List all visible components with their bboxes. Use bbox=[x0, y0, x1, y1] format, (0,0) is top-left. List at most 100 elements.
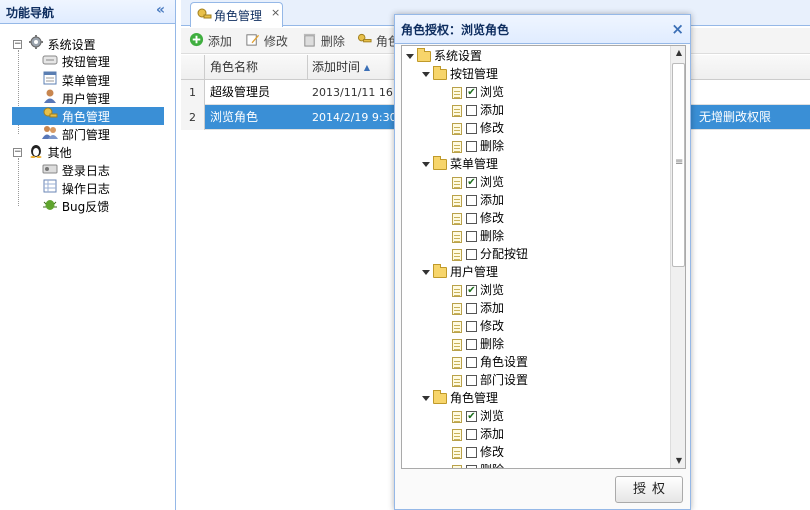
checkbox-unchecked[interactable] bbox=[466, 465, 477, 468]
checkbox-unchecked[interactable] bbox=[466, 447, 477, 458]
tree-node-leaf[interactable]: 添加 bbox=[452, 425, 504, 443]
close-icon[interactable]: × bbox=[271, 6, 280, 19]
checkbox-checked[interactable]: ✔ bbox=[466, 285, 477, 296]
expand-arrow-icon[interactable] bbox=[422, 396, 430, 401]
column-header-role-name[interactable]: 角色名称 bbox=[205, 55, 308, 80]
checkbox-unchecked[interactable] bbox=[466, 321, 477, 332]
nav-item-system-settings[interactable]: − 系统设置 bbox=[13, 34, 96, 52]
vertical-scrollbar[interactable]: ▲ ≡ ▼ bbox=[670, 46, 685, 468]
checkbox-checked[interactable]: ✔ bbox=[466, 411, 477, 422]
collapse-toggle[interactable]: − bbox=[13, 148, 22, 157]
checkbox-unchecked[interactable] bbox=[466, 357, 477, 368]
scroll-down-arrow-icon[interactable]: ▼ bbox=[671, 454, 685, 468]
edit-label: 修改 bbox=[263, 34, 288, 49]
checkbox-unchecked[interactable] bbox=[466, 213, 477, 224]
tree-node-leaf[interactable]: 删除 bbox=[452, 461, 504, 468]
tree-node-leaf[interactable]: 删除 bbox=[452, 335, 504, 353]
cell-role-name: 超级管理员 bbox=[210, 85, 271, 99]
document-icon bbox=[452, 338, 462, 351]
add-button[interactable]: 添加 bbox=[189, 32, 232, 50]
tree-node-label: 角色设置 bbox=[480, 355, 529, 369]
tree-node-group[interactable]: 菜单管理 bbox=[422, 155, 498, 173]
tree-node-leaf[interactable]: 修改 bbox=[452, 317, 504, 335]
tree-node-leaf[interactable]: 删除 bbox=[452, 137, 504, 155]
expand-arrow-icon[interactable] bbox=[422, 72, 430, 77]
folder-icon bbox=[433, 156, 447, 170]
bug-icon bbox=[42, 196, 58, 217]
tree-node-label: 修改 bbox=[480, 211, 505, 225]
nav-item-role-management[interactable]: 角色管理 bbox=[42, 106, 110, 124]
checkbox-checked[interactable]: ✔ bbox=[466, 87, 477, 98]
tree-node-root[interactable]: 系统设置 bbox=[406, 47, 482, 65]
nav-item-department-management[interactable]: 部门管理 bbox=[42, 124, 110, 142]
tree-node-leaf[interactable]: 添加 bbox=[452, 101, 504, 119]
document-icon bbox=[452, 176, 462, 189]
checkbox-unchecked[interactable] bbox=[466, 375, 477, 386]
tree-node-leaf[interactable]: ✔ 浏览 bbox=[452, 281, 504, 299]
checkbox-checked[interactable]: ✔ bbox=[466, 177, 477, 188]
tree-node-leaf[interactable]: ✔ 浏览 bbox=[452, 407, 504, 425]
tree-node-leaf[interactable]: 添加 bbox=[452, 191, 504, 209]
nav-item-bug-feedback[interactable]: Bug反馈 bbox=[42, 196, 109, 214]
dialog-title: 角色授权：浏览角色 bbox=[401, 23, 510, 37]
tree-node-leaf[interactable]: 分配按钮 bbox=[452, 245, 528, 263]
delete-button[interactable]: 删除 bbox=[302, 32, 345, 50]
tree-node-label: 浏览 bbox=[480, 409, 505, 423]
expand-arrow-icon[interactable] bbox=[406, 54, 414, 59]
authorize-button[interactable]: 授权 bbox=[615, 476, 683, 503]
nav-item-login-log[interactable]: 登录日志 bbox=[42, 160, 110, 178]
checkbox-unchecked[interactable] bbox=[466, 231, 477, 242]
tree-node-leaf[interactable]: ✔ 浏览 bbox=[452, 173, 504, 191]
expand-arrow-icon[interactable] bbox=[422, 162, 430, 167]
document-icon bbox=[452, 248, 462, 261]
checkbox-unchecked[interactable] bbox=[466, 141, 477, 152]
tree-node-leaf[interactable]: 修改 bbox=[452, 119, 504, 137]
checkbox-unchecked[interactable] bbox=[466, 339, 477, 350]
dialog-footer: 授权 bbox=[395, 471, 690, 509]
checkbox-unchecked[interactable] bbox=[466, 123, 477, 134]
tree-node-leaf[interactable]: 部门设置 bbox=[452, 371, 528, 389]
tree-node-leaf[interactable]: ✔ 浏览 bbox=[452, 83, 504, 101]
tree-node-leaf[interactable]: 角色设置 bbox=[452, 353, 528, 371]
tab-role-management[interactable]: 角色管理 × bbox=[190, 2, 283, 27]
checkbox-unchecked[interactable] bbox=[466, 105, 477, 116]
nav-item-button-management[interactable]: 按钮管理 bbox=[42, 52, 110, 70]
folder-icon bbox=[433, 66, 447, 80]
tree-node-group[interactable]: 角色管理 bbox=[422, 389, 498, 407]
document-icon bbox=[452, 230, 462, 243]
collapse-toggle[interactable]: − bbox=[13, 40, 22, 49]
document-icon bbox=[452, 86, 462, 99]
delete-label: 删除 bbox=[320, 34, 345, 49]
checkbox-unchecked[interactable] bbox=[466, 195, 477, 206]
nav-item-menu-management[interactable]: 菜单管理 bbox=[42, 70, 110, 88]
tree-node-leaf[interactable]: 删除 bbox=[452, 227, 504, 245]
tree-node-label: 修改 bbox=[480, 121, 505, 135]
tree-node-leaf[interactable]: 修改 bbox=[452, 443, 504, 461]
nav-item-operation-log[interactable]: 操作日志 bbox=[42, 178, 110, 196]
add-label: 添加 bbox=[207, 34, 232, 49]
edit-button[interactable]: 修改 bbox=[245, 32, 288, 50]
tree-node-group[interactable]: 按钮管理 bbox=[422, 65, 498, 83]
row-number: 1 bbox=[181, 80, 205, 105]
checkbox-unchecked[interactable] bbox=[466, 249, 477, 260]
collapse-icon[interactable]: « bbox=[156, 2, 165, 18]
folder-icon bbox=[433, 390, 447, 404]
nav-item-user-management[interactable]: 用户管理 bbox=[42, 88, 110, 106]
trash-icon bbox=[302, 32, 317, 52]
tree-node-label: 浏览 bbox=[480, 175, 505, 189]
tree-node-group[interactable]: 用户管理 bbox=[422, 263, 498, 281]
expand-arrow-icon[interactable] bbox=[422, 270, 430, 275]
tree-node-leaf[interactable]: 修改 bbox=[452, 209, 504, 227]
checkbox-unchecked[interactable] bbox=[466, 303, 477, 314]
scroll-up-arrow-icon[interactable]: ▲ bbox=[671, 46, 685, 60]
nav-item-other[interactable]: − 其他 bbox=[13, 142, 72, 160]
column-header-add-time[interactable]: 添加时间 ▲ bbox=[308, 55, 408, 80]
tree-node-leaf[interactable]: 添加 bbox=[452, 299, 504, 317]
tree-node-label: 添加 bbox=[480, 301, 505, 315]
checkbox-unchecked[interactable] bbox=[466, 429, 477, 440]
cell-add-time: 2013/11/11 16: bbox=[312, 86, 394, 99]
scrollbar-thumb[interactable]: ≡ bbox=[672, 63, 685, 267]
document-icon bbox=[452, 320, 462, 333]
button-icon bbox=[42, 53, 58, 71]
close-icon[interactable]: × bbox=[671, 20, 684, 38]
